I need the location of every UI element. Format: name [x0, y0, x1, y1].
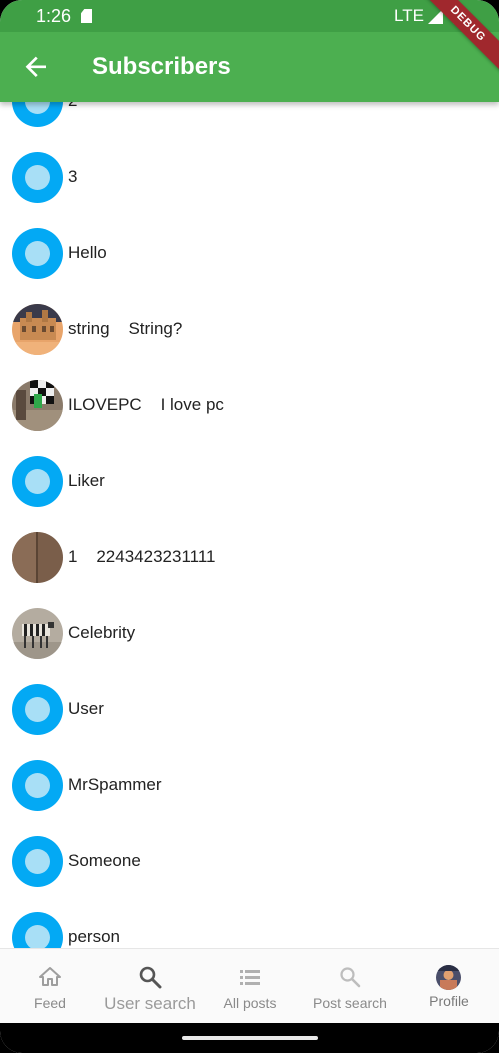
status-bar: 1:26 LTE [0, 0, 499, 32]
avatar [12, 912, 63, 948]
avatar [12, 304, 63, 355]
subscriber-name: Celebrity [68, 623, 136, 642]
avatar [12, 152, 63, 203]
list-item[interactable]: 2 [0, 102, 499, 140]
avatar [12, 228, 63, 279]
subscriber-name: Hello [68, 243, 107, 262]
list-item[interactable]: Celebrity [0, 596, 499, 672]
list-item[interactable]: 1 2243423231111 [0, 520, 499, 596]
back-button[interactable] [18, 49, 54, 85]
subscriber-name: User [68, 699, 104, 718]
subscriber-name: 2 [68, 102, 77, 111]
search-icon [340, 967, 361, 988]
avatar [12, 684, 63, 735]
list-item[interactable]: User [0, 672, 499, 748]
arrow-back-icon [25, 56, 46, 77]
nav-label: Feed [34, 995, 66, 1011]
gesture-bar [0, 1023, 499, 1053]
bottom-navigation: Feed User search All posts Post search P… [0, 948, 499, 1024]
subscriber-name: MrSpammer [68, 775, 162, 794]
nav-item-user-search[interactable]: User search [100, 949, 200, 1024]
nav-label: All posts [223, 995, 277, 1011]
home-icon [39, 967, 61, 986]
nav-label: Post search [313, 995, 387, 1011]
nav-label: User search [104, 994, 196, 1013]
subscriber-name: Someone [68, 851, 141, 870]
list-item[interactable]: Hello [0, 216, 499, 292]
subscriber-name: 1 2243423231111 [68, 547, 216, 566]
page-title: Subscribers [92, 53, 231, 80]
avatar [12, 760, 63, 811]
status-time: 1:26 [36, 6, 72, 26]
subscriber-name: string String? [68, 319, 183, 338]
nav-label: Profile [429, 993, 469, 1009]
subscribers-list[interactable]: 2 3 Hello [0, 102, 499, 948]
nav-item-post-search[interactable]: Post search [300, 949, 400, 1024]
list-item[interactable]: ILOVEPC I love pc [0, 368, 499, 444]
subscriber-name: person [68, 927, 120, 946]
avatar [12, 608, 63, 659]
avatar [12, 836, 63, 887]
list-item[interactable]: 3 [0, 140, 499, 216]
list-item[interactable]: Liker [0, 444, 499, 520]
avatar [12, 380, 63, 431]
avatar [12, 102, 63, 127]
avatar [12, 456, 63, 507]
list-item[interactable]: Someone [0, 824, 499, 900]
sd-card-icon [81, 9, 92, 23]
home-indicator[interactable] [182, 1036, 318, 1040]
list-item[interactable]: MrSpammer [0, 748, 499, 824]
phone-screen: 1:26 LTE DEBUG Subscribers 2 3 Hello [0, 0, 499, 1053]
nav-item-all-posts[interactable]: All posts [200, 949, 300, 1024]
subscriber-name: 3 [68, 167, 78, 186]
nav-item-feed[interactable]: Feed [0, 949, 100, 1024]
subscriber-name: ILOVEPC I love pc [68, 395, 224, 414]
subscriber-name: Liker [68, 471, 105, 490]
app-bar: Subscribers [0, 32, 499, 102]
search-icon [139, 966, 162, 989]
list-item[interactable]: person [0, 900, 499, 948]
network-type: LTE [394, 6, 424, 25]
list-item[interactable]: string String? [0, 292, 499, 368]
avatar [436, 965, 461, 990]
nav-item-profile[interactable]: Profile [399, 949, 499, 1024]
list-icon [240, 970, 260, 985]
avatar [12, 532, 63, 583]
